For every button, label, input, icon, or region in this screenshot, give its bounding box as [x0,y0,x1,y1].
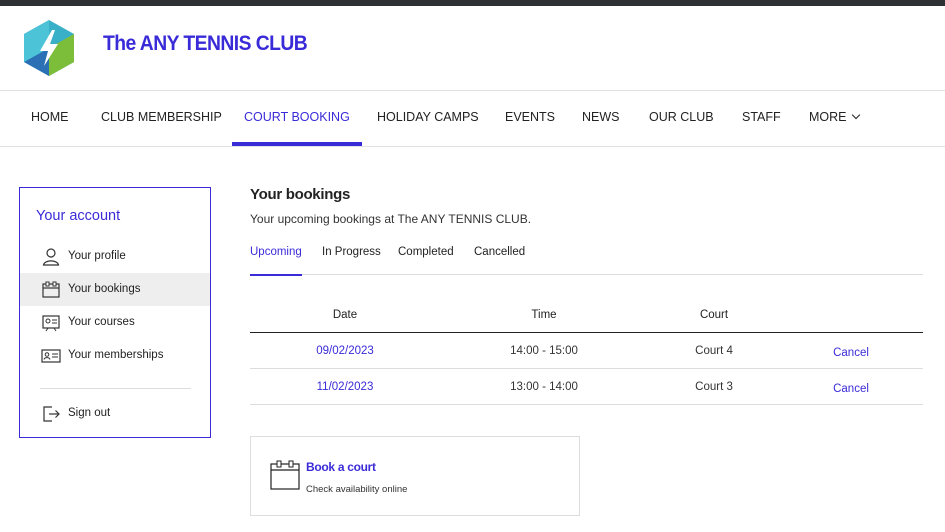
book-a-court-subtitle: Check availability online [306,484,408,495]
sidebar-item-profile[interactable]: Your profile [20,240,210,273]
person-icon [42,248,60,266]
nav-holiday-camps[interactable]: HOLIDAY CAMPS [377,91,479,146]
booking-time: 13:00 - 14:00 [510,380,578,393]
nav-news[interactable]: NEWS [582,91,620,146]
page-title: Your bookings [250,186,350,203]
main-nav: HOME CLUB MEMBERSHIP COURT BOOKING HOLID… [0,91,945,147]
booking-court: Court 3 [695,380,733,393]
nav-home[interactable]: HOME [31,91,69,146]
nav-events[interactable]: EVENTS [505,91,555,146]
sidebar-item-bookings[interactable]: Your bookings [20,273,210,306]
chevron-down-icon [851,110,860,120]
site-header: The ANY TENNIS CLUB [0,6,945,91]
nav-staff[interactable]: STAFF [742,91,781,146]
sign-out-label: Sign out [68,407,111,419]
account-sidebar: Your account Your profile Your bookings … [19,187,211,438]
tab-completed[interactable]: Completed [398,240,454,275]
sidebar-item-label: Your profile [68,250,126,262]
sidebar-item-label: Your memberships [68,349,164,361]
cancel-booking-button[interactable]: Cancel [833,379,869,395]
nav-court-booking[interactable]: COURT BOOKING [232,91,362,146]
courses-icon [42,315,60,332]
booking-date-cell: 09/02/2023 [290,333,400,368]
sidebar-item-memberships[interactable]: Your memberships [20,339,210,372]
column-header-court: Court [699,309,729,321]
booking-tabs: Upcoming In Progress Completed Cancelled [250,240,923,276]
column-header-time: Time [531,309,557,321]
table-row: 11/02/2023 13:00 - 14:00 Court 3 Cancel [250,369,923,405]
account-title: Your account [36,208,121,224]
nav-our-club[interactable]: OUR CLUB [649,91,714,146]
sidebar-divider [40,388,191,389]
table-row: 09/02/2023 14:00 - 15:00 Court 4 Cancel [250,333,923,369]
sidebar-item-label: Your courses [68,316,135,328]
tab-cancelled[interactable]: Cancelled [474,240,525,275]
nav-club-membership[interactable]: CLUB MEMBERSHIP [101,91,222,146]
column-header-date: Date [332,309,358,321]
club-logo-icon[interactable] [22,18,76,78]
id-card-icon [41,349,61,363]
booking-date-cell: 11/02/2023 [290,369,400,404]
booking-date-link[interactable]: 09/02/2023 [316,345,374,357]
nav-more-label: MORE [809,110,847,124]
booking-date-link[interactable]: 11/02/2023 [317,381,374,393]
tab-upcoming[interactable]: Upcoming [250,240,302,276]
cancel-cell: Cancel [816,333,886,368]
booking-court: Court 4 [695,344,733,357]
book-a-court-card[interactable]: Book a court Check availability online [250,436,580,516]
tab-in-progress[interactable]: In Progress [322,240,381,275]
club-name[interactable]: The ANY TENNIS CLUB [103,32,308,56]
sidebar-item-courses[interactable]: Your courses [20,306,210,339]
calendar-icon [42,281,60,298]
page-subtitle: Your upcoming bookings at The ANY TENNIS… [250,212,532,226]
cancel-booking-button[interactable]: Cancel [833,343,869,359]
cancel-cell: Cancel [816,369,886,404]
calendar-icon [270,460,300,490]
booking-time: 14:00 - 15:00 [510,344,578,357]
bookings-table: Date Time Court 09/02/2023 14:00 - 15:00… [250,298,923,405]
book-a-court-title: Book a court [306,460,376,474]
sign-out-icon [43,406,60,422]
table-header: Date Time Court [250,298,923,333]
nav-more[interactable]: MORE [809,91,860,146]
sign-out-button[interactable]: Sign out [20,397,210,430]
sidebar-item-label: Your bookings [68,283,141,295]
